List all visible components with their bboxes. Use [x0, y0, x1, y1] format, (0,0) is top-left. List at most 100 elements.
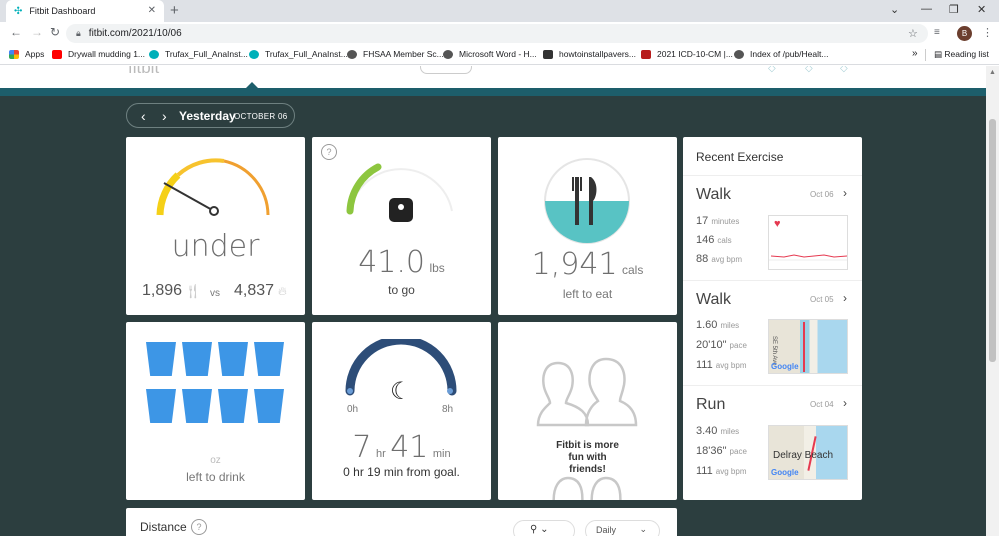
help-icon[interactable]: ? — [191, 519, 207, 535]
tab-fitbit-dashboard[interactable]: ✣ Fitbit Dashboard ✕ — [6, 0, 164, 22]
back-icon[interactable]: ← — [10, 25, 22, 39]
navigation-bar: ← → ↻ 🔒︎ fitbit.com/2021/10/06 ☆ ≡ B ⋮ — [0, 22, 999, 45]
water-glass-icon — [146, 342, 176, 376]
burned-calories: 4,837 — [234, 282, 275, 299]
header-icon[interactable]: ◇ — [768, 66, 776, 74]
sleep-hours-unit: hr — [375, 448, 386, 460]
previous-day-button[interactable]: ‹ — [141, 108, 146, 124]
water-tile[interactable]: oz left to drink — [126, 322, 305, 500]
bookmark-item[interactable]: 2021 ICD-10-CM |... — [641, 49, 733, 59]
exercise-type: Walk — [696, 291, 731, 308]
exercise-stat-unit: avg bpm — [715, 361, 747, 370]
bookmark-item[interactable]: FHSAA Member Sc... — [347, 49, 444, 59]
globe-icon — [734, 49, 744, 59]
period-select[interactable]: Daily ⌄ — [585, 520, 660, 536]
food-value-row: 1,941 cals — [498, 247, 677, 282]
page-scrollbar[interactable]: ▲ — [986, 66, 999, 536]
close-window-icon[interactable]: ✕ — [977, 3, 986, 16]
food-tile[interactable]: 1,941 cals left to eat — [498, 137, 677, 315]
date-navigator: ‹ › Yesterday OCTOBER 06 — [126, 103, 295, 128]
fitbit-favicon-icon — [249, 49, 259, 59]
next-day-button[interactable]: › — [162, 108, 167, 124]
bookmark-item[interactable]: howtoinstallpavers... — [543, 49, 636, 59]
exercise-stat-unit: miles — [720, 427, 740, 436]
bookmark-apps[interactable]: Apps — [9, 49, 44, 59]
friends-caption: Fitbit is more fun with friends! — [556, 440, 619, 475]
route-map: Delray Beach Google — [768, 425, 848, 480]
water-unit: oz — [210, 455, 221, 466]
close-tab-icon[interactable]: ✕ — [148, 5, 156, 16]
chevron-right-icon[interactable]: › — [843, 186, 847, 200]
exercise-stat: 18'36" — [696, 445, 727, 457]
profile-avatar[interactable]: B — [957, 26, 972, 41]
calories-tile[interactable]: under 1,896 🍴︎ vs 4,837 🔥︎ — [126, 137, 305, 315]
new-tab-icon[interactable]: + — [170, 2, 179, 19]
bookmark-item[interactable]: Trufax_Full_AnaInst... — [149, 49, 248, 59]
sleep-duration: 7 hr 41 min — [312, 430, 491, 465]
exercise-item[interactable]: Run Oct 04 › 3.40 miles 18'36" pace 111 … — [683, 385, 862, 500]
header-search-pill[interactable] — [420, 66, 472, 74]
chevron-right-icon[interactable]: › — [843, 291, 847, 305]
exercise-stat-unit: pace — [729, 447, 747, 456]
lock-icon: 🔒︎ — [76, 28, 81, 38]
sleep-tile[interactable]: ☾ 0h 8h 7 hr 41 min 0 hr 19 min from goa… — [312, 322, 491, 500]
scroll-up-icon[interactable]: ▲ — [989, 69, 996, 76]
water-glass-icon — [146, 389, 176, 423]
date-sub: OCTOBER 06 — [234, 112, 288, 121]
exercise-stat-unit: pace — [729, 341, 747, 350]
more-bookmarks-button[interactable]: » — [912, 48, 918, 59]
route-line — [803, 322, 805, 372]
recent-exercise-tile: Recent Exercise Walk Oct 06 › 17 minutes… — [683, 137, 862, 500]
food-plate — [544, 158, 630, 244]
friends-tile[interactable]: Fitbit is more fun with friends! — [498, 322, 677, 500]
food-caption: left to eat — [562, 287, 613, 301]
bookmark-item[interactable]: Index of /pub/Healt... — [734, 49, 828, 59]
url-text: fitbit.com/2021/10/06 — [88, 28, 182, 39]
water-glasses — [146, 342, 286, 427]
exercise-item[interactable]: Walk Oct 05 › 1.60 miles 20'10" pace 111… — [683, 280, 862, 385]
recent-exercise-title: Recent Exercise — [696, 150, 784, 164]
location-pin-icon: ⚲ — [530, 524, 538, 535]
scrollbar-thumb[interactable] — [989, 119, 996, 362]
bookmark-item[interactable]: Trufax_Full_AnaInst... — [249, 49, 348, 59]
water-glass-icon — [182, 389, 212, 423]
exercise-stat: 146 — [696, 234, 715, 246]
sleep-hours: 7 — [352, 430, 372, 465]
weight-value: 41.0 — [358, 245, 425, 280]
map-attribution: Google — [771, 468, 799, 477]
help-icon[interactable]: ? — [321, 144, 337, 160]
bookmark-item[interactable]: Microsoft Word - H... — [443, 49, 537, 59]
water-glass-icon — [254, 342, 284, 376]
food-value: 1,941 — [531, 247, 618, 282]
fitbit-logo[interactable]: fitbit — [128, 66, 159, 78]
location-filter-button[interactable]: ⚲ ⌄ — [513, 520, 575, 536]
exercise-stat: 20'10" — [696, 339, 727, 351]
header-icon[interactable]: ◇ — [805, 66, 813, 74]
media-control-icon[interactable]: ≡ — [934, 27, 940, 38]
sleep-caption: 0 hr 19 min from goal. — [343, 465, 460, 479]
flame-icon: 🔥︎ — [278, 284, 287, 298]
bookmark-star-icon[interactable]: ☆ — [908, 27, 918, 40]
tab-search-icon[interactable]: ⌄ — [890, 3, 899, 16]
header-icon[interactable]: ◇ — [840, 66, 848, 74]
map-city-label: Delray Beach — [773, 450, 834, 461]
food-calories: 1,896 — [142, 282, 183, 299]
exercise-type: Run — [696, 396, 726, 413]
address-bar[interactable]: 🔒︎ fitbit.com/2021/10/06 — [66, 24, 928, 43]
chevron-right-icon[interactable]: › — [843, 396, 847, 410]
exercise-item[interactable]: Walk Oct 06 › 17 minutes 146 cals 88 avg… — [683, 175, 862, 280]
sleep-start-label: 0h — [347, 404, 359, 415]
friends-icon — [552, 476, 622, 500]
date-label: Yesterday — [179, 109, 236, 123]
fitbit-header: fitbit ◇ ◇ ◇ — [0, 66, 999, 88]
minimize-icon[interactable]: — — [921, 3, 932, 15]
browser-menu-icon[interactable]: ⋮ — [982, 26, 993, 39]
weight-tile[interactable]: ? 41.0 lbs to go — [312, 137, 491, 315]
reading-list-button[interactable]: ▤ Reading list — [934, 49, 989, 60]
exercise-stat-unit: miles — [720, 321, 740, 330]
distance-panel: Distance ? ⚲ ⌄ Daily ⌄ — [126, 508, 677, 536]
reload-icon[interactable]: ↻ — [50, 25, 60, 39]
maximize-icon[interactable]: ❐ — [949, 3, 959, 16]
forward-icon[interactable]: → — [31, 25, 43, 39]
bookmark-item[interactable]: Drywall mudding 1... — [52, 49, 145, 59]
